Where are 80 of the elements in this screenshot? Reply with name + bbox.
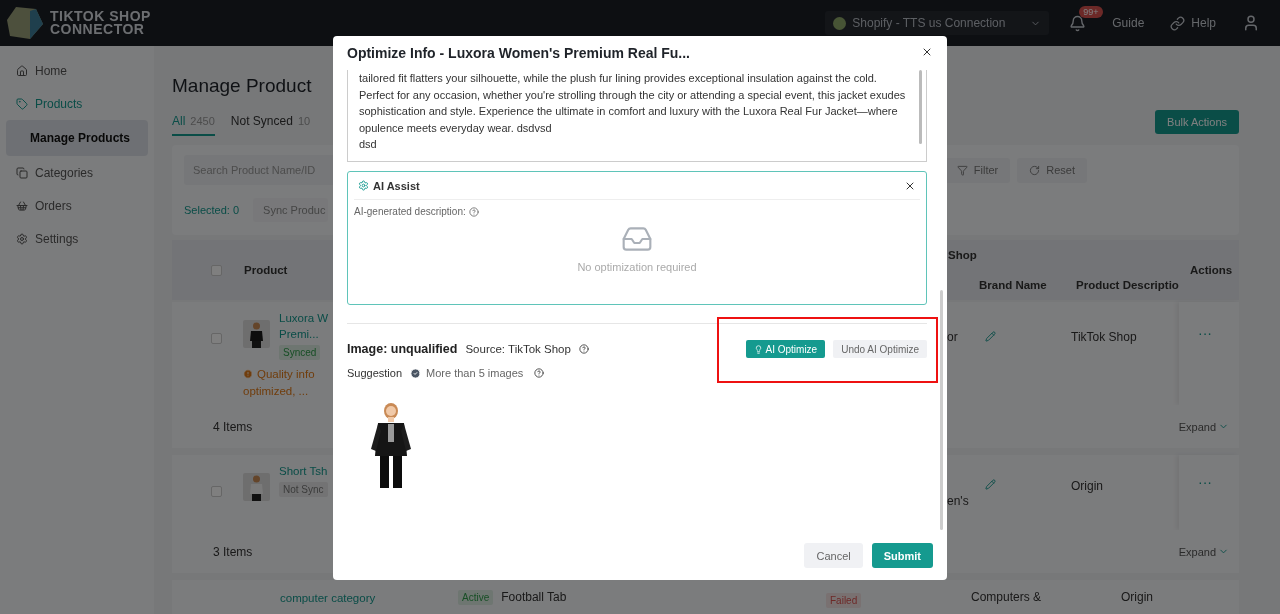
refresh-icon (1029, 164, 1041, 176)
table-cell: Football Tab (501, 590, 567, 605)
column-header: Shop (947, 248, 978, 263)
product-name[interactable]: Premi... (279, 326, 329, 342)
shop-icon (833, 16, 847, 30)
product-thumbnail (243, 473, 270, 501)
source-label: Source: TikTok Shop (465, 343, 571, 355)
field-label: AI-generated description: (354, 206, 466, 217)
checkbox[interactable] (211, 486, 222, 497)
user-icon[interactable] (1242, 14, 1260, 32)
more-actions[interactable]: ··· (1198, 474, 1212, 490)
reset-button[interactable]: Reset (1017, 157, 1087, 183)
basket-icon (16, 199, 28, 212)
sidebar-item[interactable]: Products (6, 87, 148, 120)
warning-text: optimized, ... (243, 384, 310, 399)
sidebar-item[interactable]: Orders (6, 189, 148, 222)
close-button[interactable] (921, 46, 933, 58)
product-name[interactable]: Luxora W (279, 310, 329, 326)
column-header: Actions (1190, 264, 1233, 276)
settings-icon (358, 180, 369, 191)
check-icon (410, 367, 422, 379)
ai-optimize-button[interactable]: AI Optimize (745, 340, 826, 358)
scrollbar[interactable] (919, 70, 922, 144)
table-cell: or (947, 330, 958, 344)
warning-icon (243, 369, 253, 379)
sidebar-item[interactable]: Home (6, 54, 148, 87)
table-cell-text: Origin (1121, 590, 1154, 604)
checkbox[interactable] (211, 264, 222, 276)
item-count: 4 Items (213, 419, 253, 434)
product-thumbnail (243, 320, 270, 348)
page-title: Manage Product (172, 74, 312, 98)
undo-button[interactable]: Undo AI Optimize (833, 340, 927, 358)
item-count: 3 Items (213, 544, 253, 559)
suggestion-label: Suggestion (347, 367, 403, 379)
sidebar-subitem[interactable]: Manage Products (6, 120, 148, 156)
column-header: Product Descriptio (1076, 279, 1179, 291)
edit-icon[interactable] (985, 479, 996, 490)
help-icon[interactable] (578, 344, 589, 354)
edit-icon[interactable] (985, 331, 996, 342)
home-icon (16, 64, 28, 77)
section-title: Image: unqualified (347, 342, 458, 356)
description-field[interactable]: tailored fit flatters your silhouette, while the plush fur lining provides exceptional insulation against the cold. Perfect for any occasion, whether you're strolling through the city or attending a special event, this jacket exudes sophistication and style. Experience the ultimate in comfort and luxury with the Luxora Real Fur Jacket—where opulence meets everyday wear. dsdvsd dsd (347, 70, 927, 162)
header-link[interactable]: Guide (1112, 16, 1145, 30)
expand-link[interactable]: Expand (1178, 545, 1229, 558)
settings-icon (16, 232, 28, 245)
submit-button[interactable]: Submit (871, 543, 933, 568)
warning-text: Quality info (243, 366, 325, 383)
bell-icon[interactable] (1069, 14, 1087, 32)
sidebar-item[interactable]: Categories (6, 156, 148, 189)
suggestion-text: More than 5 images (426, 367, 524, 379)
table-cell: Origin (1071, 479, 1103, 493)
more-actions[interactable]: ··· (1198, 325, 1212, 341)
table-cell: en's (947, 494, 969, 508)
connection-select[interactable]: Shopify - TTS us Connection (825, 11, 1050, 35)
dialog-title: Optimize Info - Luxora Women's Premium Real Fu... (347, 44, 690, 63)
table-cell: TikTok Shop (1071, 330, 1137, 344)
checkbox[interactable] (211, 333, 222, 344)
table-cell-text: Computers & (971, 590, 1043, 604)
help-icon[interactable] (534, 368, 545, 378)
filter-button[interactable]: Filter (944, 157, 1011, 183)
help-icon[interactable] (468, 206, 479, 217)
copy-icon (16, 166, 28, 179)
bulk-actions-button[interactable]: Bulk Actions (1155, 110, 1239, 134)
notification-badge: 99+ (1079, 5, 1103, 18)
empty-message: No optimization required (577, 261, 697, 273)
product-name[interactable]: Short Tsh (279, 463, 328, 479)
logo-icon (6, 6, 44, 40)
filter-icon (956, 164, 968, 176)
sidebar-item[interactable]: Settings (6, 222, 148, 255)
scrollbar[interactable] (940, 290, 943, 530)
bulb-icon (753, 344, 763, 354)
link-icon (1170, 15, 1186, 31)
cancel-button[interactable]: Cancel (804, 543, 863, 568)
expand-link[interactable]: Expand (1178, 420, 1229, 433)
column-header: Brand Name (979, 279, 1047, 291)
logo-text: TIKTOK SHOP CONNECTOR (50, 10, 151, 36)
header-link[interactable]: Help (1170, 15, 1216, 31)
tag-icon (16, 97, 28, 110)
column-header: Product (244, 263, 289, 278)
selected-count: Selected: 0 (184, 204, 240, 216)
